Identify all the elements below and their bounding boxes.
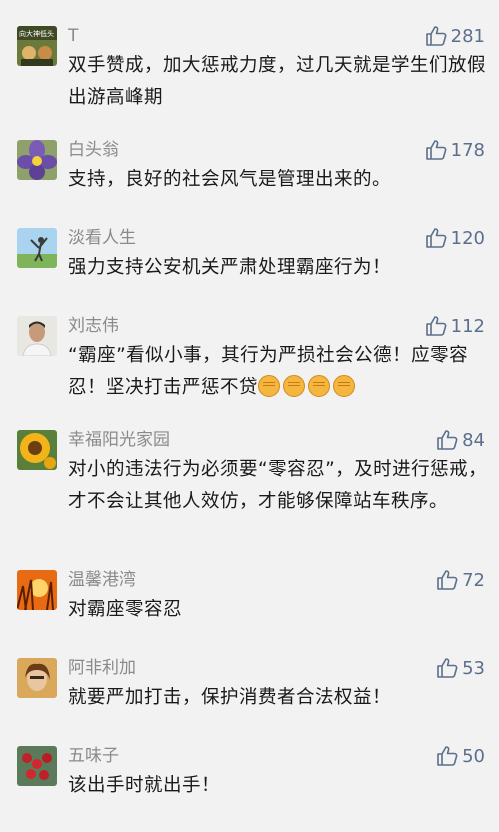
purple-flower-avatar[interactable]	[17, 140, 57, 180]
thumbs-up-icon	[425, 140, 447, 160]
thumbs-up-icon	[437, 658, 458, 678]
username[interactable]: 幸福阳光家园	[68, 430, 170, 450]
fist-emoji	[333, 375, 356, 397]
like-button[interactable]: 84	[436, 429, 485, 451]
thumbs-up-icon	[425, 228, 447, 248]
like-button[interactable]: 53	[436, 657, 485, 679]
thumbs-up-icon	[437, 746, 458, 766]
comment-text: 双手赞成，加大惩戒力度，过几天就是学生们放假出游高峰期	[68, 55, 487, 108]
avatar-caption: 向大神低头	[19, 29, 54, 38]
like-count: 120	[450, 227, 485, 249]
like-count: 72	[462, 569, 485, 591]
thumbs-up-icon	[425, 26, 447, 46]
like-count: 112	[450, 315, 485, 337]
like-count: 178	[450, 139, 485, 161]
username[interactable]: 五味子	[68, 746, 119, 766]
comment-text: 强力支持公安机关严肃处理霸座行为！	[68, 257, 392, 278]
thumbs-up-icon	[437, 430, 458, 450]
like-button[interactable]: 120	[425, 227, 485, 249]
red-berries-avatar[interactable]	[17, 746, 57, 786]
comment-list: 向大神低头 T 281 双手赞成，加大惩戒力度，过几天就是学生们放假出游高峰期	[0, 0, 499, 832]
comment-text: 该出手时就出手！	[68, 775, 221, 796]
cartoon-avatar[interactable]: 向大神低头	[17, 26, 57, 66]
thumbs-up-icon	[437, 570, 458, 590]
comment-text: 就要严加打击，保护消费者合法权益！	[68, 687, 392, 708]
like-button[interactable]: 72	[436, 569, 485, 591]
golf-avatar[interactable]	[17, 228, 57, 268]
like-count: 281	[450, 25, 485, 47]
sunset-grass-avatar[interactable]	[17, 570, 57, 610]
like-button[interactable]: 281	[425, 25, 485, 47]
fist-emoji	[283, 375, 306, 397]
comment-text: 对霸座零容忍	[68, 599, 183, 620]
comment-text: 支持，良好的社会风气是管理出来的。	[68, 169, 392, 190]
like-button[interactable]: 50	[436, 745, 485, 767]
man-portrait-avatar[interactable]	[17, 316, 57, 356]
username[interactable]: T	[68, 26, 78, 46]
username[interactable]: 白头翁	[68, 140, 119, 160]
thumbs-up-icon	[425, 316, 447, 336]
username[interactable]: 阿非利加	[68, 658, 136, 678]
like-button[interactable]: 178	[425, 139, 485, 161]
like-count: 50	[462, 745, 485, 767]
username[interactable]: 刘志伟	[68, 316, 119, 336]
comment-text: “霸座”看似小事，其行为严损社会公德！应零容忍！坚决打击严惩不贷	[68, 340, 488, 404]
username[interactable]: 温馨港湾	[68, 570, 136, 590]
comment-text: 对小的违法行为必须要“零容忍”，及时进行惩戒，才不会让其他人效仿，才能够保障站车…	[68, 459, 488, 512]
fist-emoji	[258, 375, 281, 397]
username[interactable]: 淡看人生	[68, 228, 136, 248]
sunflower-avatar[interactable]	[17, 430, 57, 470]
like-button[interactable]: 112	[425, 315, 485, 337]
fist-emoji	[308, 375, 331, 397]
like-count: 84	[462, 429, 485, 451]
woman-portrait-avatar[interactable]	[17, 658, 57, 698]
like-count: 53	[462, 657, 485, 679]
